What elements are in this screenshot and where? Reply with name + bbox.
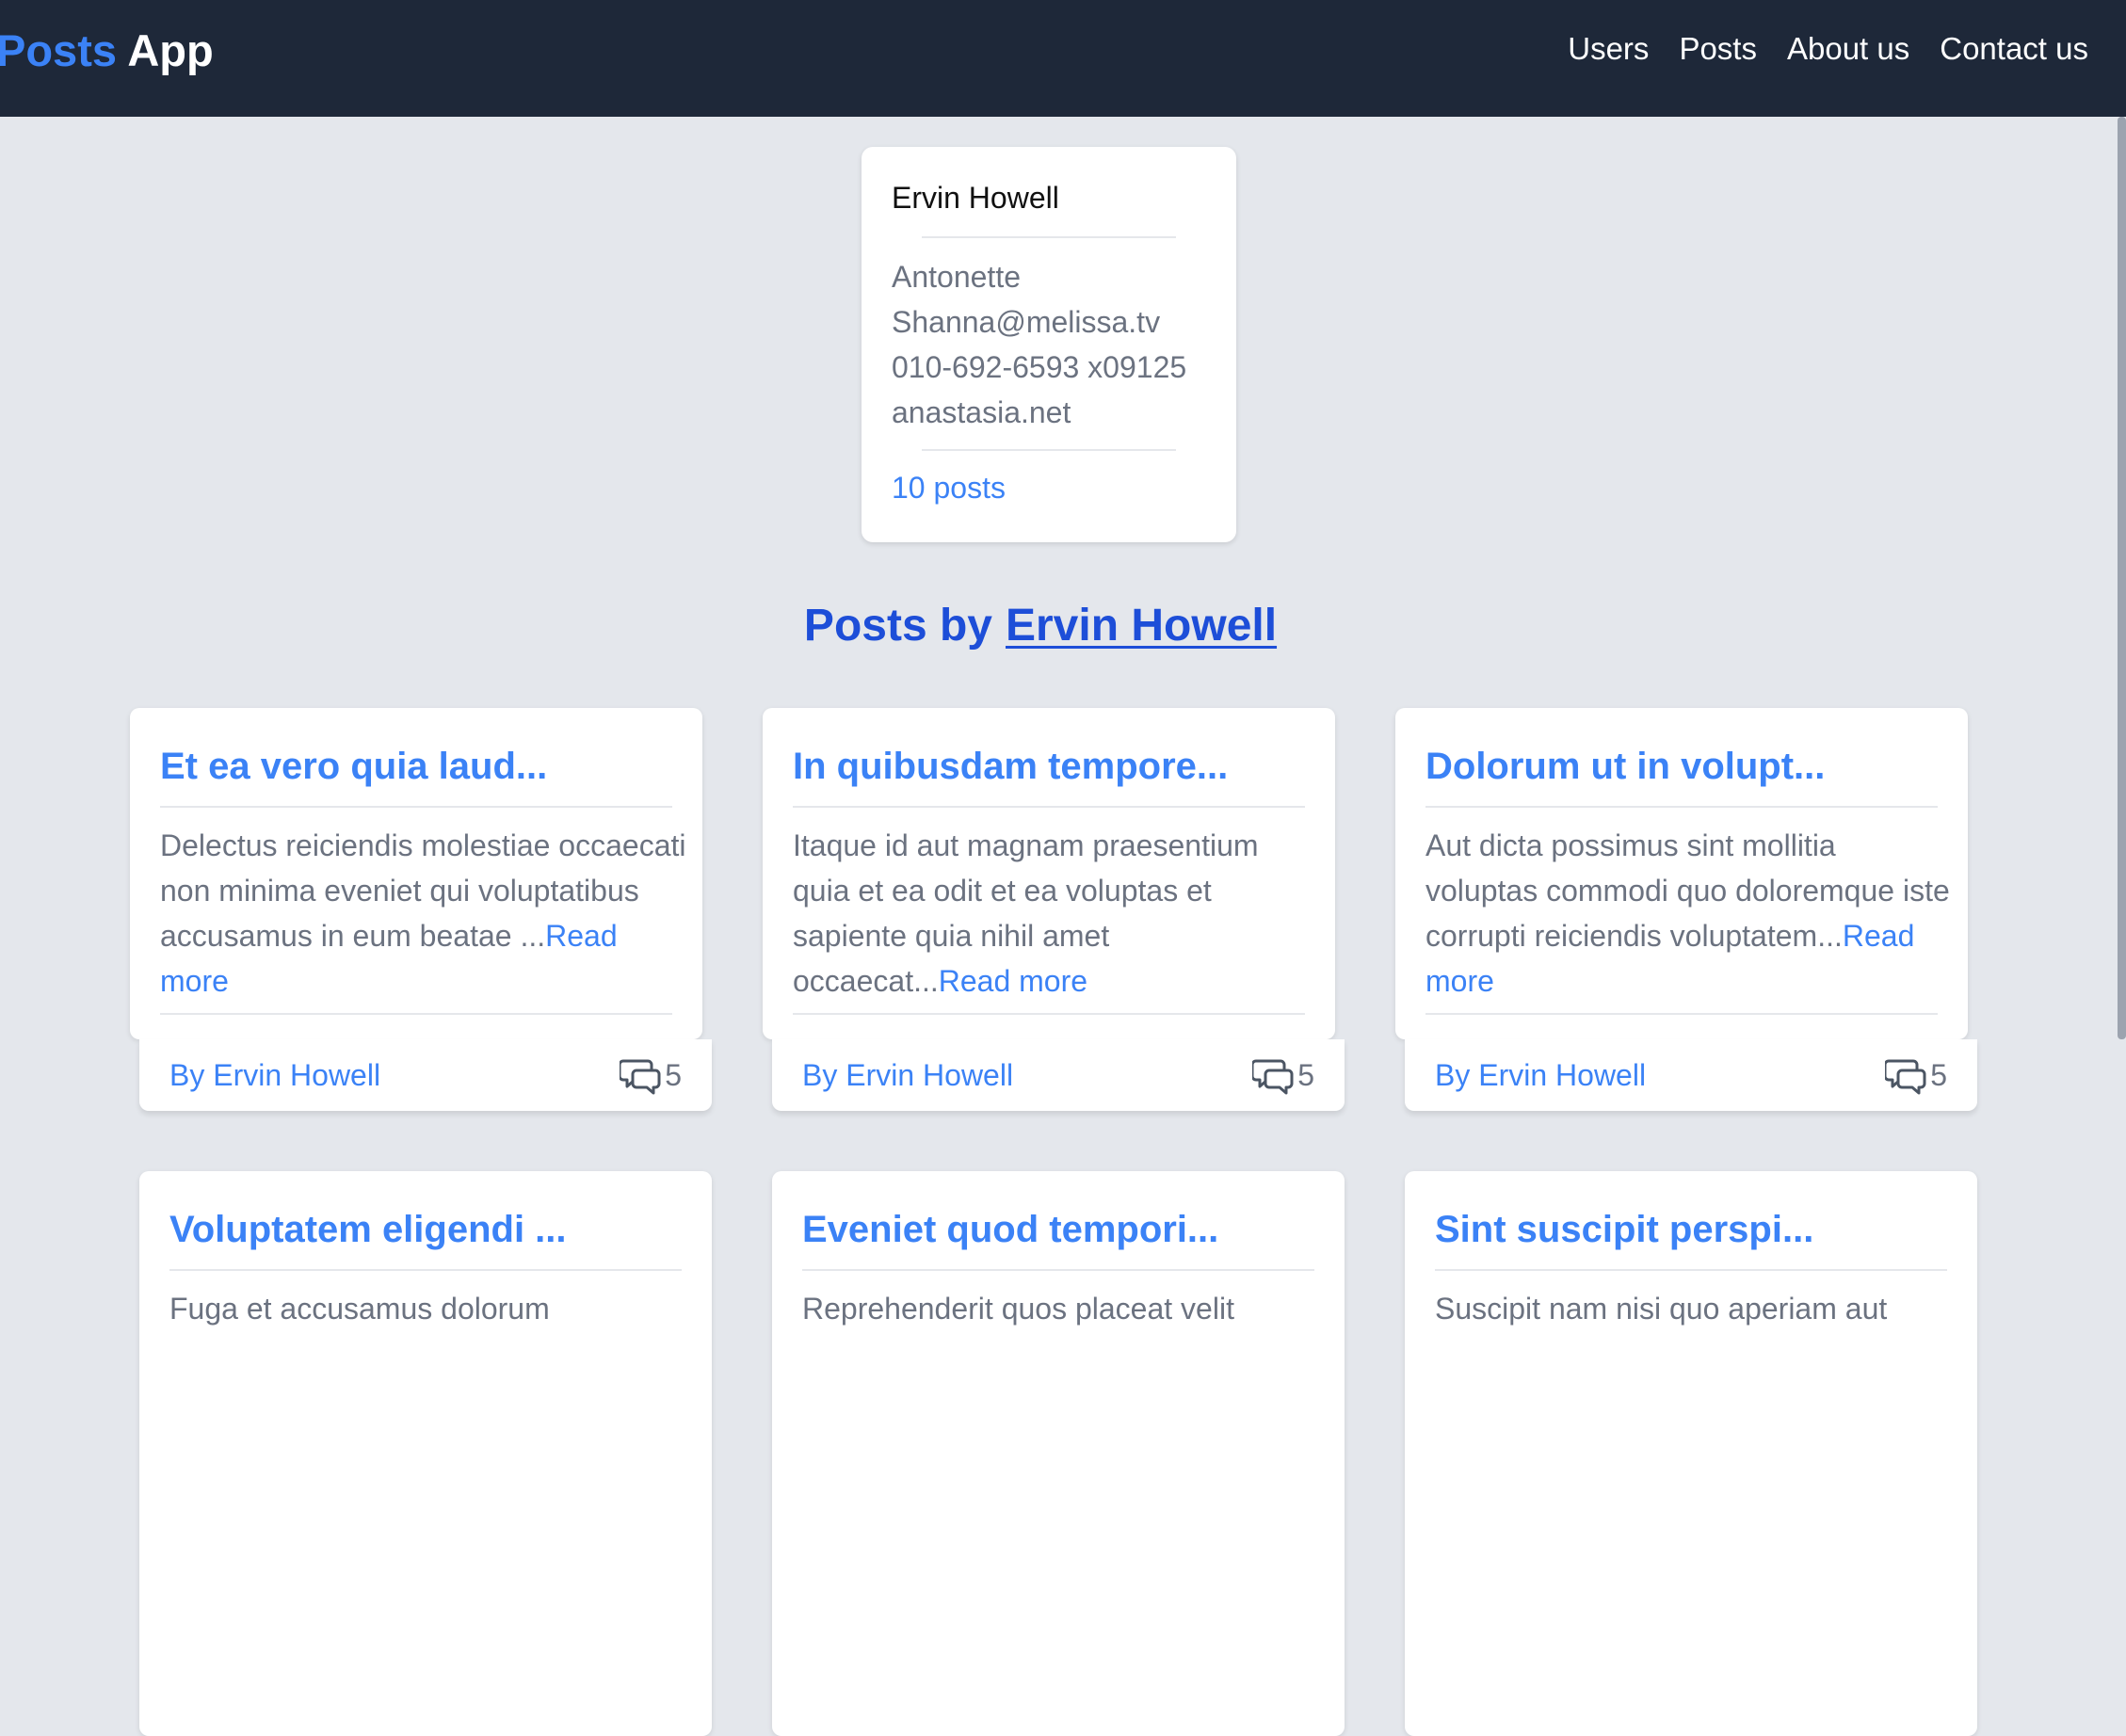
post-title[interactable]: Eveniet quod tempori... — [802, 1205, 1218, 1254]
divider — [1425, 806, 1938, 808]
post-card: Eveniet quod tempori... Reprehenderit qu… — [772, 1171, 1345, 1736]
post-footer: By Ervin Howell 5 — [772, 1039, 1345, 1111]
user-name: Ervin Howell — [892, 181, 1059, 215]
post-card: In quibusdam tempore... Itaque id aut ma… — [763, 708, 1335, 1039]
comments-icon — [620, 1059, 661, 1095]
post-excerpt: Reprehenderit quos placeat velit — [802, 1286, 1329, 1331]
post-title[interactable]: Voluptatem eligendi ... — [169, 1205, 567, 1254]
user-phone: 010-692-6593 x09125 — [892, 350, 1187, 384]
nav-link-posts[interactable]: Posts — [1679, 26, 1757, 72]
post-excerpt-text: Fuga et accusamus dolorum — [169, 1292, 550, 1326]
read-more-link[interactable]: Read more — [939, 964, 1087, 998]
comment-count: 5 — [1930, 1058, 1947, 1092]
post-excerpt: Fuga et accusamus dolorum — [169, 1286, 697, 1331]
nav-link-users[interactable]: Users — [1568, 26, 1649, 72]
post-excerpt-text: Suscipit nam nisi quo aperiam aut — [1435, 1292, 1888, 1326]
user-username: Antonette — [892, 260, 1021, 294]
post-excerpt-text: Reprehenderit quos placeat velit — [802, 1292, 1234, 1326]
post-excerpt: Aut dicta possimus sint mollitia volupta… — [1425, 823, 1953, 1004]
scrollbar-thumb[interactable] — [2118, 117, 2126, 1039]
user-website: anastasia.net — [892, 395, 1071, 429]
comments-button[interactable]: 5 — [620, 1053, 682, 1098]
comments-button[interactable]: 5 — [1885, 1053, 1947, 1098]
post-footer: By Ervin Howell 5 — [139, 1039, 712, 1111]
comments-icon — [1885, 1059, 1926, 1095]
divider — [160, 1013, 672, 1015]
post-author-link[interactable]: By Ervin Howell — [169, 1053, 380, 1098]
comments-button[interactable]: 5 — [1252, 1053, 1314, 1098]
user-card: Ervin Howell Antonette Shanna@melissa.tv… — [862, 147, 1236, 542]
comments-icon — [1252, 1059, 1294, 1095]
post-footer: By Ervin Howell 5 — [1405, 1039, 1977, 1111]
divider — [1435, 1269, 1947, 1271]
brand-part2: App — [127, 25, 214, 75]
section-heading: Posts by Ervin Howell — [0, 596, 2081, 656]
heading-prefix: Posts by — [803, 601, 992, 651]
user-posts-link[interactable]: 10 posts — [892, 465, 1006, 510]
post-card: Sint suscipit perspi... Suscipit nam nis… — [1405, 1171, 1977, 1736]
nav-links: Users Posts About us Contact us — [1568, 26, 2088, 72]
post-author-link[interactable]: By Ervin Howell — [802, 1053, 1013, 1098]
user-email: Shanna@melissa.tv — [892, 305, 1161, 339]
nav-link-contact[interactable]: Contact us — [1940, 26, 2088, 72]
brand-part1: Posts — [0, 25, 117, 75]
post-author-link[interactable]: By Ervin Howell — [1435, 1053, 1646, 1098]
divider — [160, 806, 672, 808]
divider — [793, 806, 1305, 808]
divider — [922, 449, 1176, 451]
post-title[interactable]: Dolorum ut in volupt... — [1425, 742, 1825, 791]
divider — [169, 1269, 682, 1271]
post-card: Et ea vero quia laud... Delectus reicien… — [130, 708, 702, 1039]
brand-logo[interactable]: Posts App — [0, 23, 214, 79]
post-excerpt: Itaque id aut magnam praesentium quia et… — [793, 823, 1320, 1004]
post-excerpt: Suscipit nam nisi quo aperiam aut — [1435, 1286, 1962, 1331]
post-card: Dolorum ut in volupt... Aut dicta possim… — [1395, 708, 1968, 1039]
post-title[interactable]: Et ea vero quia laud... — [160, 742, 547, 791]
divider — [1425, 1013, 1938, 1015]
divider — [922, 236, 1176, 238]
post-card: Voluptatem eligendi ... Fuga et accusamu… — [139, 1171, 712, 1736]
comment-count: 5 — [665, 1058, 682, 1092]
nav-link-about[interactable]: About us — [1787, 26, 1909, 72]
post-title[interactable]: In quibusdam tempore... — [793, 742, 1228, 791]
heading-author-link[interactable]: Ervin Howell — [1006, 601, 1277, 651]
divider — [802, 1269, 1314, 1271]
post-title[interactable]: Sint suscipit perspi... — [1435, 1205, 1813, 1254]
divider — [793, 1013, 1305, 1015]
comment-count: 5 — [1297, 1058, 1314, 1092]
navbar: Posts App Users Posts About us Contact u… — [0, 0, 2126, 117]
post-excerpt: Delectus reiciendis molestiae occaecati … — [160, 823, 687, 1004]
